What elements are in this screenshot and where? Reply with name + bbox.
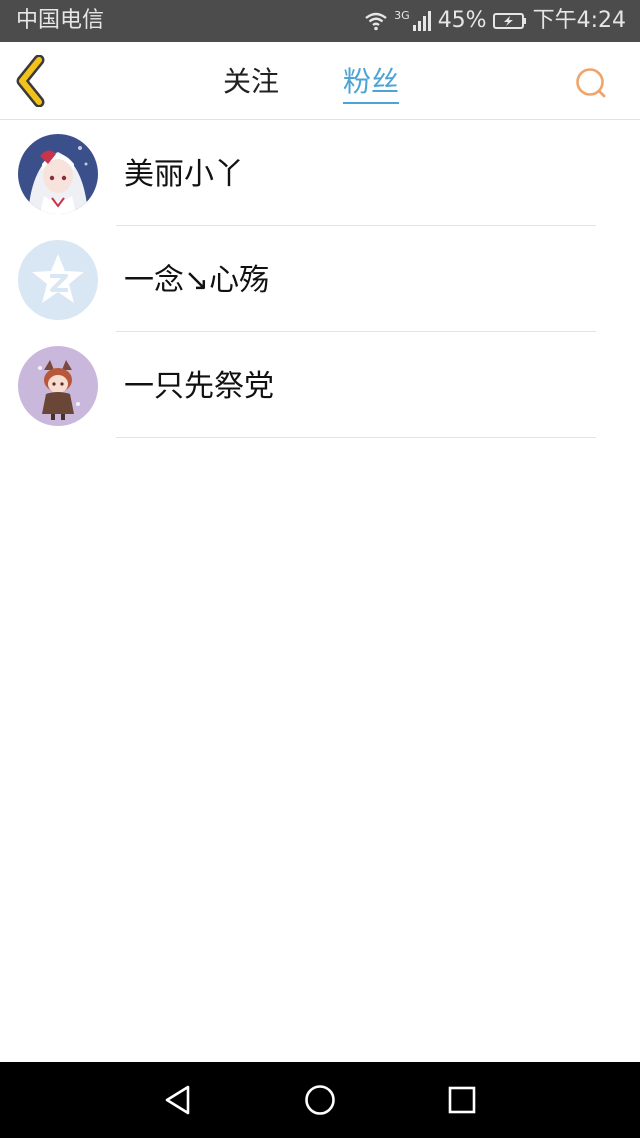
nav-home-button[interactable] [302, 1082, 338, 1118]
active-tab-indicator [343, 102, 399, 104]
nav-recent-icon [448, 1086, 476, 1114]
system-navigation-bar [0, 1062, 640, 1138]
list-item[interactable]: 美丽小丫 [0, 120, 640, 226]
clock: 下午4:24 [532, 8, 626, 33]
battery-percent: 45% [437, 8, 487, 33]
status-bar: 中国电信 3G 45% 下午4:24 [0, 0, 640, 42]
fans-list: 美丽小丫 一念↘心殇 一只先祭党 [0, 120, 640, 438]
fan-name: 一只先祭党 [124, 369, 274, 404]
battery-charging-icon [492, 13, 526, 29]
search-button[interactable] [572, 64, 610, 102]
fan-name: 美丽小丫 [124, 157, 244, 192]
fan-name: 一念↘心殇 [124, 263, 270, 298]
back-button[interactable] [12, 54, 56, 108]
nav-recent-button[interactable] [444, 1082, 480, 1118]
status-icons: 3G 45% 下午4:24 [358, 8, 626, 34]
chibi-character-avatar [18, 346, 98, 426]
wifi-icon [365, 12, 387, 31]
network-type: 3G [394, 9, 410, 22]
list-item[interactable]: 一只先祭党 [0, 332, 640, 438]
tab-fans[interactable]: 粉丝 [343, 64, 399, 100]
chevron-left-icon [16, 54, 45, 108]
signal-icon [412, 11, 431, 31]
carrier-name: 中国电信 [16, 8, 105, 33]
list-item[interactable]: 一念↘心殇 [0, 226, 640, 332]
anime-girl-avatar [18, 134, 98, 214]
tab-follow[interactable]: 关注 [223, 64, 279, 100]
divider [116, 437, 596, 438]
top-navigation-bar: 关注 粉丝 [0, 42, 640, 120]
nav-back-button[interactable] [160, 1082, 196, 1118]
nav-back-icon [165, 1085, 190, 1115]
search-icon [576, 68, 606, 98]
nav-home-icon [305, 1085, 335, 1115]
qzone-default-avatar [18, 240, 98, 320]
